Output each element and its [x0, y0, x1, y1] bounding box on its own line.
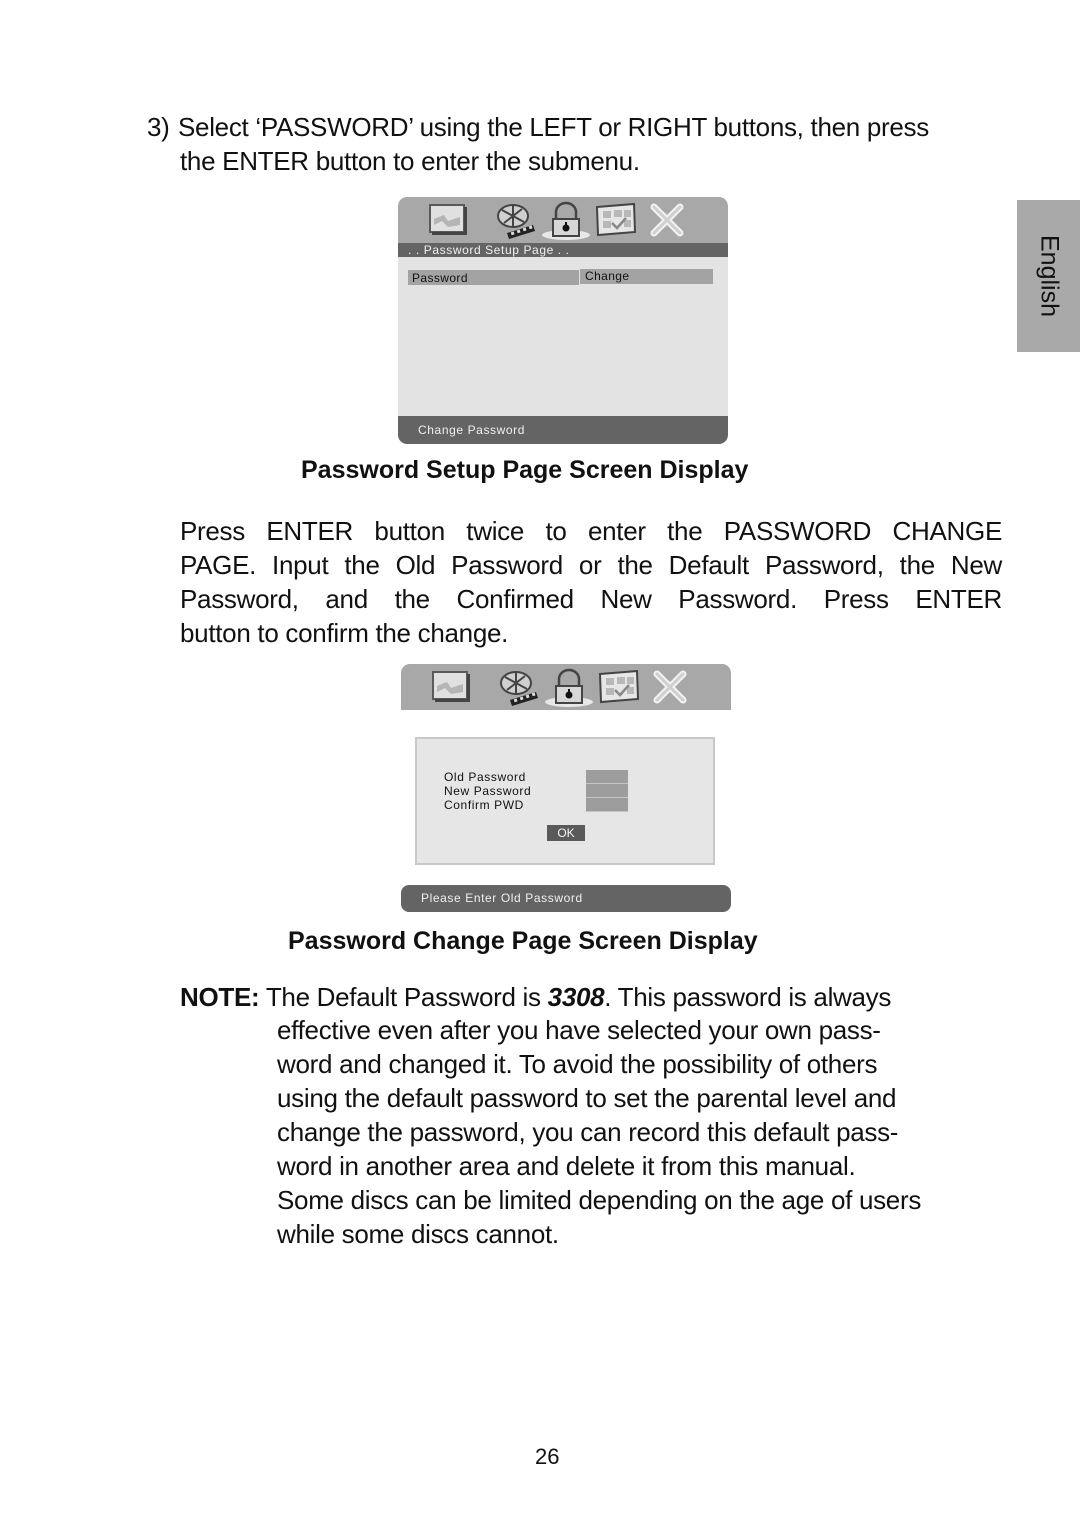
language-tab: English: [1017, 200, 1080, 352]
old-password-label: Old Password: [444, 770, 526, 784]
page-number: 26: [535, 1444, 560, 1469]
new-password-label: New Password: [444, 784, 532, 798]
paragraph-line: PAGE. Input the Old Password or the Defa…: [180, 550, 1002, 580]
note-line: word in another area and delete it from …: [277, 1151, 856, 1181]
picture-icon[interactable]: [429, 668, 473, 708]
caption-password-change: Password Change Page Screen Display: [288, 927, 758, 955]
setting-label-password[interactable]: Password: [408, 270, 579, 285]
confirm-password-input[interactable]: [586, 798, 628, 812]
language-tab-label: English: [1035, 235, 1063, 317]
picture-icon[interactable]: [426, 201, 470, 241]
setting-value-change[interactable]: Change: [580, 269, 713, 284]
caption-password-setup: Password Setup Page Screen Display: [301, 456, 749, 484]
confirm-pwd-label: Confirm PWD: [444, 798, 524, 812]
note-intro: The Default Password is: [259, 982, 548, 1012]
paragraph-line: Password, and the Confirmed New Password…: [180, 584, 1002, 614]
note-line: word and changed it. To avoid the possib…: [277, 1049, 878, 1079]
icon-menu-bar: [401, 664, 731, 710]
new-password-input[interactable]: [586, 784, 628, 798]
note-line: using the default password to set the pa…: [277, 1083, 897, 1113]
film-reel-icon[interactable]: [493, 201, 537, 241]
note-line: change the password, you can record this…: [277, 1117, 899, 1147]
film-reel-icon[interactable]: [496, 668, 540, 708]
step-text-line-2: the ENTER button to enter the submenu.: [180, 146, 640, 176]
status-footer-text: Please Enter Old Password: [421, 891, 583, 905]
default-password-value: 3308: [547, 982, 605, 1012]
note-line: Some discs can be limited depending on t…: [277, 1185, 922, 1215]
status-footer-text: Change Password: [418, 423, 526, 437]
step-number: 3): [147, 112, 170, 142]
note-first-line: NOTE: The Default Password is 3308. This…: [180, 980, 891, 1014]
password-setup-screen: . . Password Setup Page . . Password Cha…: [398, 197, 728, 444]
note-label: NOTE:: [180, 982, 260, 1012]
note-body: effective even after you have selected y…: [277, 1013, 921, 1251]
page-subtitle: . . Password Setup Page . .: [408, 243, 570, 257]
password-change-dialog: Old Password New Password Confirm PWD OK: [415, 737, 715, 865]
padlock-icon[interactable]: [544, 668, 594, 708]
close-x-icon[interactable]: [646, 201, 690, 241]
status-footer-bar: Please Enter Old Password: [401, 885, 731, 912]
paragraph-line: button to confirm the change.: [180, 618, 509, 648]
status-footer-bar: Change Password: [398, 416, 728, 444]
password-change-screen: Old Password New Password Confirm PWD OK…: [401, 664, 731, 914]
padlock-icon[interactable]: [541, 201, 591, 241]
page-subtitle-bar: . . Password Setup Page . .: [398, 243, 728, 257]
preferences-grid-icon[interactable]: [594, 201, 638, 241]
icon-menu-bar: [398, 197, 728, 243]
note-intro-end: . This password is always: [604, 982, 892, 1012]
preferences-grid-icon[interactable]: [597, 668, 641, 708]
instruction-paragraph: Press ENTER button twice to enter the PA…: [180, 514, 1002, 650]
paragraph-line: Press ENTER button twice to enter the PA…: [180, 516, 1002, 546]
ok-button[interactable]: OK: [547, 825, 585, 841]
note-line: effective even after you have selected y…: [277, 1015, 881, 1045]
old-password-input[interactable]: [586, 770, 628, 784]
step-text-line-1: Select ‘PASSWORD’ using the LEFT or RIGH…: [178, 112, 929, 142]
close-x-icon[interactable]: [649, 668, 693, 708]
note-line: while some discs cannot.: [277, 1219, 559, 1249]
